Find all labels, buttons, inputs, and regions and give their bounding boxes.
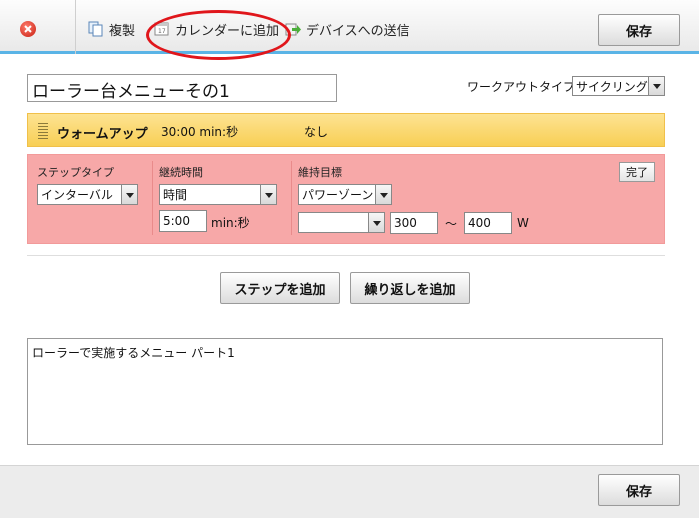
add-step-button[interactable]: ステップを追加 bbox=[220, 272, 340, 304]
target-type-select[interactable]: パワーゾーン bbox=[298, 184, 392, 205]
chevron-down-icon bbox=[648, 77, 664, 95]
range-separator: 〜 bbox=[445, 217, 458, 231]
divider bbox=[152, 161, 153, 235]
add-to-calendar-button[interactable]: 17 カレンダーに追加 bbox=[154, 20, 280, 39]
divider bbox=[27, 255, 665, 256]
step-type-select[interactable]: インターバル bbox=[37, 184, 138, 205]
target-label: 維持目標 bbox=[298, 166, 342, 179]
divider bbox=[291, 161, 292, 235]
duration-unit: min:秒 bbox=[211, 216, 250, 230]
send-to-device-label: デバイスへの送信 bbox=[306, 23, 410, 39]
warmup-duration: 30:00 min:秒 bbox=[161, 125, 239, 139]
add-to-calendar-label: カレンダーに追加 bbox=[175, 23, 280, 39]
copy-label: 複製 bbox=[109, 23, 136, 39]
warmup-step[interactable]: ウォームアップ 30:00 min:秒 なし bbox=[27, 113, 665, 147]
close-icon[interactable] bbox=[20, 21, 36, 37]
chevron-down-icon bbox=[375, 185, 391, 204]
add-repeat-button[interactable]: 繰り返しを追加 bbox=[350, 272, 470, 304]
send-to-device-button[interactable]: デバイスへの送信 bbox=[285, 20, 410, 39]
save-button-bottom[interactable]: 保存 bbox=[598, 474, 680, 506]
toolbar-divider bbox=[75, 0, 76, 54]
duration-type-value: 時間 bbox=[163, 188, 188, 202]
power-high-input[interactable]: 400 bbox=[464, 212, 512, 234]
toolbar: 複製 17 カレンダーに追加 デバイスへの送信 保存 bbox=[0, 0, 699, 54]
chevron-down-icon bbox=[260, 185, 276, 204]
workout-type-label: ワークアウトタイプ: bbox=[467, 80, 580, 94]
step-type-value: インターバル bbox=[41, 188, 113, 202]
power-low-input[interactable]: 300 bbox=[390, 212, 438, 234]
duration-label: 継続時間 bbox=[159, 166, 203, 179]
save-button-top[interactable]: 保存 bbox=[598, 14, 680, 46]
workout-type-select[interactable]: サイクリング bbox=[572, 76, 665, 96]
drag-handle-icon[interactable] bbox=[38, 123, 48, 139]
duration-type-select[interactable]: 時間 bbox=[159, 184, 277, 205]
workout-title-input[interactable]: ローラー台メニューその1 bbox=[27, 74, 337, 102]
power-unit: W bbox=[517, 216, 529, 230]
step-type-label: ステップタイプ bbox=[37, 166, 114, 179]
description-textarea[interactable]: ローラーで実施するメニュー パート1 bbox=[27, 338, 663, 445]
warmup-target: なし bbox=[304, 125, 329, 139]
footer-bar: 保存 bbox=[0, 465, 699, 518]
workout-type-value: サイクリング bbox=[576, 79, 648, 94]
interval-step-editor: ステップタイプ インターバル 継続時間 時間 5:00 min:秒 維持目標 パ… bbox=[27, 154, 665, 244]
warmup-name: ウォームアップ bbox=[57, 127, 148, 142]
done-button[interactable]: 完了 bbox=[619, 162, 655, 182]
chevron-down-icon bbox=[368, 213, 384, 232]
target-type-value: パワーゾーン bbox=[302, 188, 374, 202]
svg-text:17: 17 bbox=[158, 28, 166, 35]
calendar-icon: 17 bbox=[154, 21, 170, 37]
duration-input[interactable]: 5:00 bbox=[159, 210, 207, 232]
copy-icon bbox=[88, 21, 104, 37]
chevron-down-icon bbox=[121, 185, 137, 204]
power-zone-select[interactable] bbox=[298, 212, 385, 233]
copy-button[interactable]: 複製 bbox=[88, 20, 136, 39]
send-device-icon bbox=[285, 21, 301, 37]
